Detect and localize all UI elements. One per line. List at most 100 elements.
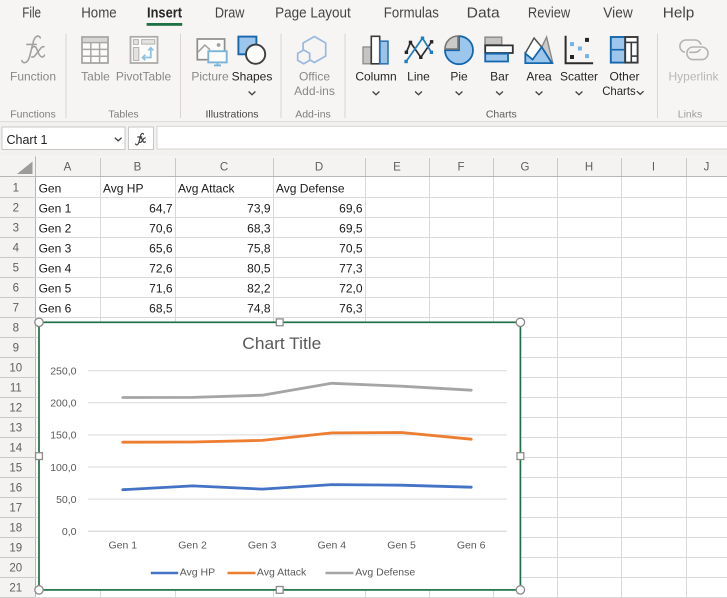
svg-text:75,8: 75,8 [247, 241, 271, 255]
svg-text:PivotTable: PivotTable [116, 70, 172, 84]
svg-text:82,2: 82,2 [247, 281, 271, 295]
svg-text:Charts: Charts [602, 84, 636, 98]
svg-text:68,3: 68,3 [247, 221, 271, 235]
svg-text:250,0: 250,0 [50, 366, 76, 378]
svg-text:Gen 5: Gen 5 [39, 281, 72, 295]
svg-text:G: G [521, 162, 530, 174]
svg-text:21: 21 [9, 583, 22, 595]
svg-text:Scatter: Scatter [560, 70, 598, 84]
svg-text:D: D [315, 162, 323, 174]
svg-text:20: 20 [9, 563, 22, 575]
svg-text:Gen 2: Gen 2 [178, 540, 207, 552]
svg-text:Bar: Bar [490, 70, 509, 84]
svg-text:Avg Attack: Avg Attack [257, 567, 307, 579]
svg-text:Page Layout: Page Layout [275, 6, 351, 22]
svg-text:5: 5 [13, 263, 19, 275]
svg-text:13: 13 [9, 423, 22, 435]
svg-text:Gen: Gen [39, 181, 62, 195]
svg-text:Shapes: Shapes [232, 70, 273, 84]
svg-text:80,5: 80,5 [247, 261, 271, 275]
svg-text:72,0: 72,0 [339, 281, 363, 295]
svg-text:17: 17 [9, 503, 22, 515]
svg-text:69,6: 69,6 [339, 201, 363, 215]
svg-text:4: 4 [13, 243, 20, 255]
svg-text:7: 7 [13, 303, 19, 315]
svg-text:Table: Table [81, 70, 110, 84]
svg-text:72,6: 72,6 [149, 261, 173, 275]
svg-text:Avg HP: Avg HP [103, 181, 143, 195]
svg-text:Gen 2: Gen 2 [39, 221, 72, 235]
svg-text:10: 10 [9, 363, 22, 375]
svg-text:H: H [585, 162, 593, 174]
svg-text:Pie: Pie [450, 70, 468, 84]
svg-text:Draw: Draw [215, 6, 245, 22]
svg-text:Gen 6: Gen 6 [39, 301, 72, 315]
svg-text:Avg HP: Avg HP [180, 567, 215, 579]
svg-text:File: File [22, 6, 41, 22]
svg-text:73,9: 73,9 [247, 201, 271, 215]
svg-text:F: F [457, 162, 464, 174]
svg-text:Gen 3: Gen 3 [39, 241, 72, 255]
svg-text:Formulas: Formulas [384, 6, 439, 22]
svg-text:View: View [603, 6, 633, 22]
svg-text:70,6: 70,6 [149, 221, 173, 235]
svg-text:Hyperlink: Hyperlink [668, 70, 719, 84]
svg-text:Office: Office [299, 70, 330, 84]
svg-text:9: 9 [13, 343, 19, 355]
svg-text:B: B [134, 162, 142, 174]
svg-text:2: 2 [13, 203, 19, 215]
svg-text:64,7: 64,7 [149, 201, 173, 215]
svg-text:100,0: 100,0 [50, 462, 76, 474]
svg-text:0,0: 0,0 [62, 526, 77, 538]
svg-text:Home: Home [81, 6, 117, 22]
svg-text:Data: Data [467, 6, 501, 22]
svg-text:Gen 1: Gen 1 [39, 201, 72, 215]
svg-text:Chart Title: Chart Title [242, 335, 321, 353]
svg-text:C: C [220, 162, 228, 174]
svg-text:Area: Area [526, 70, 552, 84]
svg-text:Gen 5: Gen 5 [387, 540, 416, 552]
svg-text:Gen 1: Gen 1 [108, 540, 137, 552]
svg-text:3: 3 [13, 223, 19, 235]
svg-text:19: 19 [9, 543, 22, 555]
svg-text:Review: Review [528, 6, 571, 22]
svg-text:E: E [393, 162, 401, 174]
svg-text:Gen 4: Gen 4 [39, 261, 72, 275]
svg-text:74,8: 74,8 [247, 301, 271, 315]
svg-text:76,3: 76,3 [339, 301, 363, 315]
svg-text:6: 6 [13, 283, 19, 295]
svg-text:Gen 6: Gen 6 [457, 540, 486, 552]
svg-text:16: 16 [9, 483, 22, 495]
svg-text:Links: Links [678, 108, 703, 120]
svg-text:Column: Column [355, 70, 396, 84]
svg-text:Insert: Insert [147, 6, 182, 22]
svg-text:Line: Line [407, 70, 430, 84]
svg-text:Help: Help [663, 6, 695, 22]
svg-text:11: 11 [10, 383, 22, 395]
svg-text:Charts: Charts [486, 108, 517, 120]
svg-text:J: J [704, 162, 710, 174]
svg-text:Functions: Functions [10, 108, 56, 120]
svg-text:65,6: 65,6 [149, 241, 173, 255]
svg-text:18: 18 [9, 523, 22, 535]
svg-text:12: 12 [9, 403, 22, 415]
svg-text:1: 1 [13, 183, 19, 195]
svg-text:Illustrations: Illustrations [205, 108, 258, 120]
svg-text:Avg Defense: Avg Defense [276, 181, 345, 195]
svg-text:200,0: 200,0 [50, 398, 76, 410]
svg-text:69,5: 69,5 [339, 221, 363, 235]
svg-text:Add-ins: Add-ins [295, 108, 331, 120]
svg-text:8: 8 [13, 323, 19, 335]
svg-text:Avg Defense: Avg Defense [355, 567, 415, 579]
svg-text:Gen 3: Gen 3 [248, 540, 277, 552]
svg-text:71,6: 71,6 [149, 281, 173, 295]
svg-text:Tables: Tables [108, 108, 138, 120]
svg-text:A: A [64, 162, 72, 174]
svg-text:Gen 4: Gen 4 [317, 540, 346, 552]
svg-text:Function: Function [10, 70, 56, 84]
svg-text:I: I [652, 162, 655, 174]
svg-text:50,0: 50,0 [56, 494, 77, 506]
svg-text:Avg Attack: Avg Attack [178, 181, 235, 195]
svg-text:Chart 1: Chart 1 [7, 133, 48, 147]
svg-text:150,0: 150,0 [50, 430, 76, 442]
